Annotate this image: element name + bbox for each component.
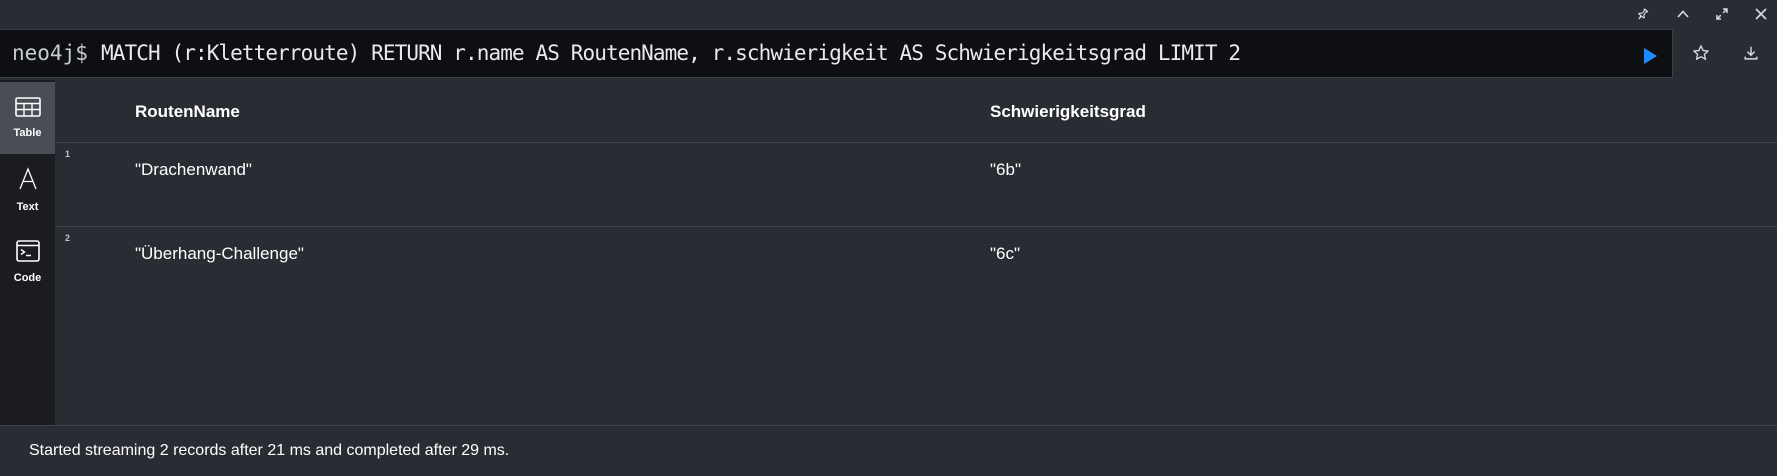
window-controls: [0, 0, 1777, 28]
row-index: 2: [65, 233, 71, 243]
close-icon[interactable]: [1750, 4, 1772, 24]
query-text[interactable]: MATCH (r:Kletterroute) RETURN r.name AS …: [101, 41, 1241, 65]
table-row: 1 "Drachenwand" "6b": [55, 143, 1777, 227]
table-row: 2 "Überhang-Challenge" "6c": [55, 227, 1777, 311]
sidebar-item-label: Text: [16, 201, 39, 213]
collapse-icon[interactable]: [1672, 4, 1694, 24]
run-icon[interactable]: [1640, 46, 1660, 66]
code-icon: [15, 240, 40, 267]
status-bar: Started streaming 2 records after 21 ms …: [0, 425, 1777, 476]
result-table: RoutenName Schwierigkeitsgrad 1 "Drachen…: [55, 80, 1777, 426]
result-view-sidebar: Table Text Code: [0, 80, 55, 426]
status-text: Started streaming 2 records after 21 ms …: [29, 442, 510, 459]
query-editor[interactable]: neo4j$ MATCH (r:Kletterroute) RETURN r.n…: [0, 29, 1673, 78]
sidebar-item-label: Table: [13, 127, 42, 139]
table-cell: "Überhang-Challenge": [135, 244, 304, 263]
table-cell: "6c": [990, 244, 1021, 263]
sidebar-item-text[interactable]: Text: [0, 154, 55, 226]
column-header-routenname: RoutenName: [135, 102, 240, 121]
column-header-schwierigkeitsgrad: Schwierigkeitsgrad: [990, 102, 1146, 121]
text-icon: [17, 167, 39, 196]
star-icon[interactable]: [1685, 36, 1717, 70]
table-cell: "6b": [990, 160, 1021, 179]
sidebar-item-label: Code: [13, 272, 42, 284]
pin-icon[interactable]: [1631, 4, 1653, 24]
expand-icon[interactable]: [1711, 4, 1733, 24]
row-index: 1: [65, 149, 71, 159]
download-icon[interactable]: [1735, 36, 1767, 70]
sidebar-item-table[interactable]: Table: [0, 82, 55, 154]
table-cell: "Drachenwand": [135, 160, 252, 179]
sidebar-item-code[interactable]: Code: [0, 226, 55, 298]
table-icon: [14, 97, 41, 122]
editor-prompt: neo4j$: [12, 41, 88, 65]
